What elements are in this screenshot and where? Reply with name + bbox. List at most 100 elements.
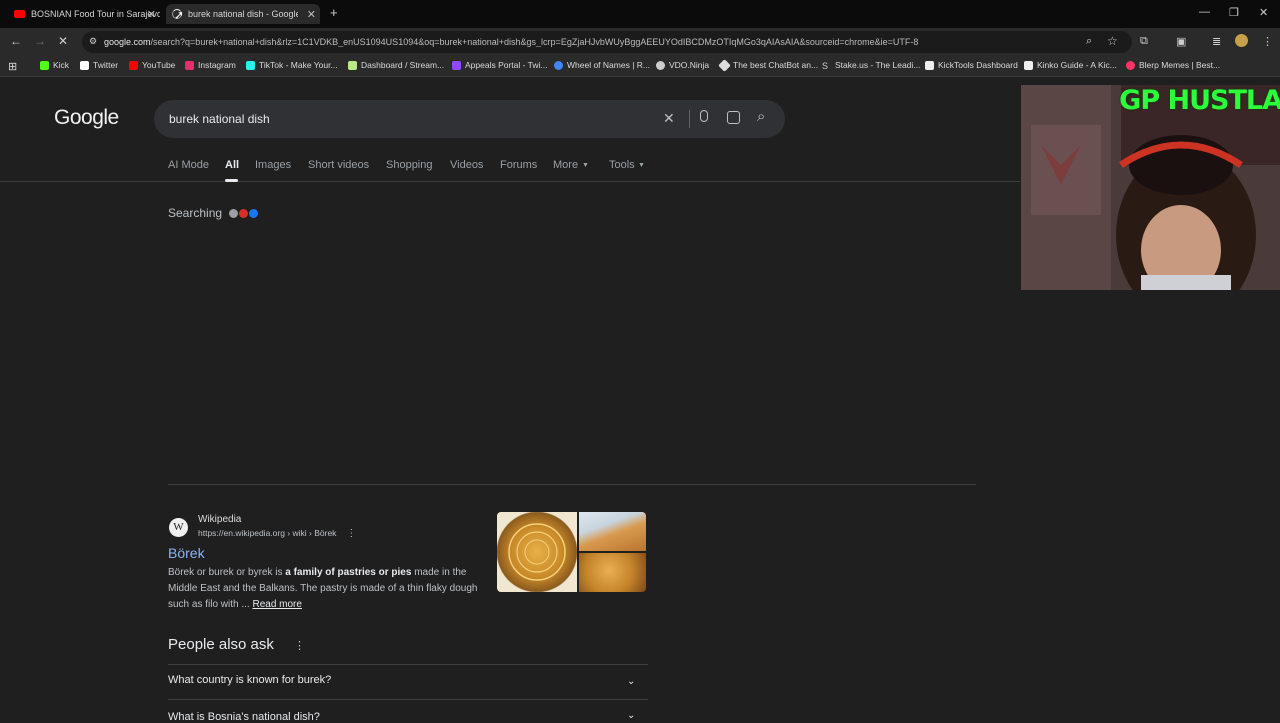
bookmark-twitter[interactable]: Twitter — [80, 60, 118, 70]
result-site-name[interactable]: Wikipedia — [198, 514, 241, 525]
chevron-down-icon: ▼ — [582, 162, 589, 169]
bookmark-wheel[interactable]: Wheel of Names | R... — [554, 60, 650, 70]
kinko-icon — [1024, 60, 1033, 70]
tab-ai-mode[interactable]: AI Mode — [168, 159, 209, 171]
bookmark-tiktok[interactable]: TikTok - Make Your... — [246, 60, 338, 70]
searching-label: Searching — [168, 206, 223, 220]
paa-question[interactable]: What country is known for burek? — [168, 674, 331, 686]
tab-tools[interactable]: Tools — [609, 159, 635, 171]
chatbot-icon — [718, 58, 731, 72]
browser-tab-1[interactable]: BOSNIAN Food Tour in Sarajevo ✕ — [0, 4, 160, 24]
result-url[interactable]: https://en.wikipedia.org › wiki › Börek ⋮ — [198, 528, 356, 539]
stop-icon[interactable]: ✕ — [58, 34, 68, 48]
result-title-link[interactable]: Börek — [168, 545, 205, 561]
wheel-icon — [554, 60, 563, 70]
url-path: /search?q=burek+national+dish&rlz=1C1VDK… — [150, 37, 919, 47]
google-logo[interactable]: Google — [54, 106, 119, 130]
overlay-text: GP HUSTLA — [1119, 85, 1280, 116]
facebook-icon — [249, 208, 259, 218]
forward-icon[interactable]: → — [34, 34, 46, 48]
vdo-ninja-icon — [656, 60, 665, 70]
search-icon[interactable]: ⌕ — [757, 108, 765, 125]
x-icon — [80, 60, 89, 70]
bookmark-chatbot[interactable]: The best ChatBot an... — [718, 58, 818, 72]
search-tabs: AI Mode All Images Short videos Shopping… — [0, 150, 1020, 182]
chevron-down-icon: ▼ — [638, 162, 645, 169]
youtube-icon — [14, 10, 25, 18]
address-bar[interactable]: ⚙ google.com/search?q=burek+national+dis… — [82, 31, 1132, 53]
kicktools-icon — [925, 60, 934, 70]
camera-lens-icon[interactable] — [727, 111, 740, 124]
avatar[interactable] — [1235, 34, 1248, 47]
bookmark-dashboard[interactable]: Dashboard / Stream... — [348, 60, 444, 70]
burek-image-main[interactable] — [497, 512, 577, 592]
apps-icon[interactable]: ⊞ — [8, 60, 17, 73]
restore-icon[interactable]: ❐ — [1229, 6, 1239, 19]
tab-forums[interactable]: Forums — [500, 159, 537, 171]
minimize-icon[interactable]: — — [1199, 6, 1210, 18]
source-icons — [228, 208, 259, 218]
source-icon — [229, 208, 239, 218]
instagram-icon — [185, 60, 194, 70]
bookmark-kicktools[interactable]: KickTools Dashboard — [925, 60, 1018, 70]
microphone-icon[interactable] — [700, 110, 708, 122]
twitch-icon — [452, 60, 461, 70]
bookmark-blerp[interactable]: Blerp Memes | Best... — [1126, 60, 1220, 70]
divider — [689, 110, 690, 128]
close-icon[interactable]: ✕ — [147, 8, 156, 21]
blerp-icon — [1126, 60, 1135, 70]
media-icon[interactable]: ▣ — [1176, 35, 1186, 48]
back-icon[interactable]: ← — [10, 34, 22, 48]
chevron-down-icon[interactable]: ⌄ — [627, 676, 635, 687]
extensions-icon[interactable]: ⧉ — [1140, 35, 1148, 48]
wikipedia-icon: W — [169, 518, 188, 537]
flag-icon — [239, 208, 249, 218]
burek-image-baked[interactable] — [579, 553, 646, 592]
bookmarks-bar: ⊞ Kick Twitter YouTube Instagram TikTok … — [0, 56, 1280, 77]
bookmark-star-icon[interactable]: ☆ — [1107, 34, 1118, 48]
more-options-icon[interactable]: ⋮ — [346, 528, 356, 539]
tab-search-icon[interactable]: ≣ — [1212, 35, 1221, 48]
close-window-icon[interactable]: ✕ — [1259, 6, 1268, 19]
chevron-down-icon[interactable]: ⌄ — [627, 710, 635, 721]
active-tab-indicator — [225, 179, 238, 182]
read-more-link[interactable]: Read more — [252, 599, 301, 610]
zoom-icon[interactable]: ⌕ — [1086, 35, 1092, 48]
divider — [168, 484, 976, 485]
webcam-overlay: GP HUSTLA — [1021, 85, 1280, 290]
burek-image-slice[interactable] — [579, 512, 646, 551]
tab-more[interactable]: More — [553, 159, 578, 171]
more-options-icon[interactable]: ⋮ — [294, 639, 305, 652]
youtube-icon — [129, 60, 138, 70]
new-tab-icon[interactable]: + — [330, 5, 338, 20]
tab-strip: BOSNIAN Food Tour in Sarajevo ✕ burek na… — [0, 0, 1280, 28]
search-box[interactable]: burek national dish ✕ ⌕ — [154, 100, 785, 138]
tab-short-videos[interactable]: Short videos — [308, 159, 369, 171]
browser-tab-2[interactable]: burek national dish - Google Se ✕ — [166, 4, 320, 24]
divider — [168, 699, 648, 700]
result-snippet: Börek or burek or byrek is a family of p… — [168, 567, 478, 610]
menu-icon[interactable]: ⋮ — [1262, 35, 1273, 48]
bookmark-instagram[interactable]: Instagram — [185, 60, 236, 70]
bookmark-appeals[interactable]: Appeals Portal - Twi... — [452, 60, 548, 70]
bookmark-kick[interactable]: Kick — [40, 60, 69, 70]
people-also-ask-heading: People also ask — [168, 636, 274, 653]
paa-question[interactable]: What is Bosnia's national dish? — [168, 711, 320, 723]
tab-shopping[interactable]: Shopping — [386, 159, 433, 171]
clear-icon[interactable]: ✕ — [663, 110, 675, 127]
bookmark-stake[interactable]: S Stake.us - The Leadi... — [822, 60, 920, 71]
close-icon[interactable]: ✕ — [307, 8, 316, 21]
divider — [168, 664, 648, 665]
bookmark-kinko[interactable]: Kinko Guide - A Kic... — [1024, 60, 1117, 70]
stake-icon: S — [822, 60, 829, 71]
kick-icon — [40, 60, 49, 70]
tab-all[interactable]: All — [225, 159, 239, 171]
bookmark-youtube[interactable]: YouTube — [129, 60, 175, 70]
tab-images[interactable]: Images — [255, 159, 291, 171]
search-input[interactable]: burek national dish — [169, 112, 270, 126]
site-info-icon[interactable]: ⚙ — [89, 36, 97, 47]
tiktok-icon — [246, 60, 255, 70]
tab-title: burek national dish - Google Se — [188, 9, 298, 19]
bookmark-vdo[interactable]: VDO.Ninja — [656, 60, 709, 70]
tab-videos[interactable]: Videos — [450, 159, 483, 171]
